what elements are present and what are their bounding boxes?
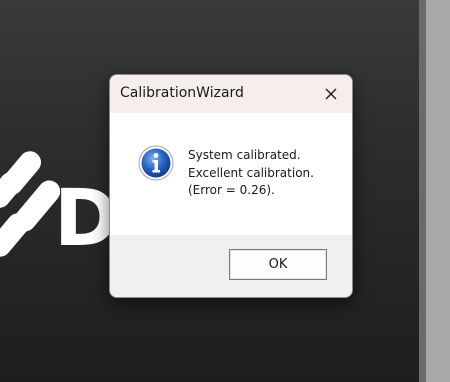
dialog-content: System calibrated. Excellent calibration… xyxy=(110,113,352,235)
close-icon xyxy=(325,88,337,100)
message-line: (Error = 0.26). xyxy=(188,183,275,197)
desktop-background: D CalibrationWizard System calibrated. E… xyxy=(0,0,450,382)
dialog-title: CalibrationWizard xyxy=(120,85,244,101)
dialog-footer: OK xyxy=(110,235,352,297)
dialog-titlebar[interactable]: CalibrationWizard xyxy=(110,75,352,113)
close-button[interactable] xyxy=(310,75,352,113)
ok-button[interactable]: OK xyxy=(229,249,327,280)
side-panel xyxy=(426,0,450,382)
message-line: Excellent calibration. xyxy=(188,165,314,180)
dialog-message: System calibrated. Excellent calibration… xyxy=(188,147,314,200)
calibration-dialog: CalibrationWizard System calibrated. Exc… xyxy=(109,74,353,298)
information-icon xyxy=(138,145,174,181)
message-line: System calibrated. xyxy=(188,148,301,162)
